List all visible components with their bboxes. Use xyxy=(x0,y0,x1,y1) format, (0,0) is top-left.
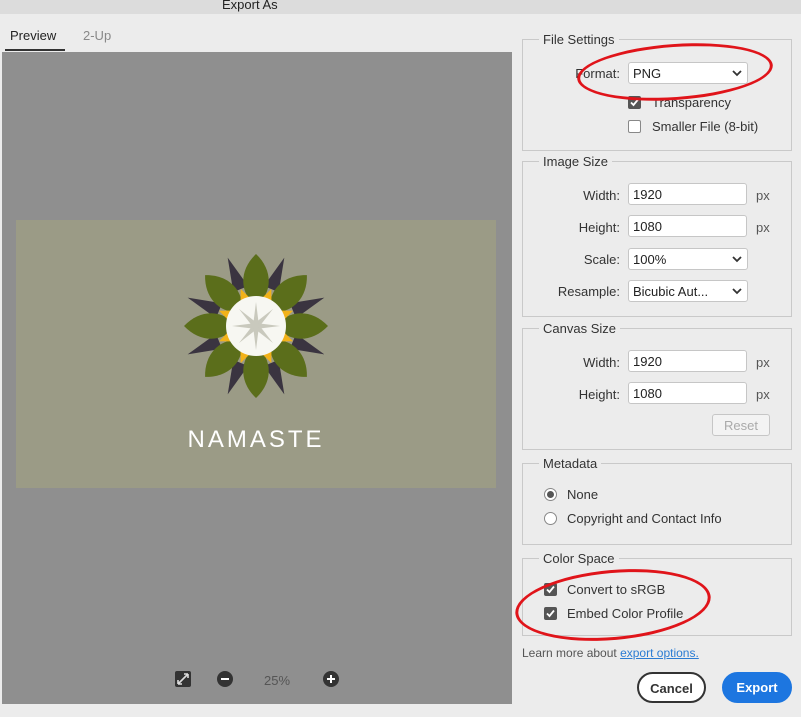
format-select[interactable]: PNG xyxy=(628,62,748,84)
chevron-down-icon xyxy=(732,70,742,77)
convert-srgb-label: Convert to sRGB xyxy=(567,582,666,597)
zoom-level: 25% xyxy=(264,673,291,688)
canvas-width-input[interactable]: 1920 xyxy=(628,350,747,372)
metadata-copyright-radio[interactable] xyxy=(544,512,557,525)
view-tabs: Preview 2-Up xyxy=(0,28,512,52)
convert-srgb-checkbox[interactable] xyxy=(544,583,557,596)
title-bar: Export As xyxy=(0,0,801,14)
metadata-legend: Metadata xyxy=(543,456,598,471)
tab-2-up[interactable]: 2-Up xyxy=(83,28,111,43)
zoom-out-icon[interactable] xyxy=(216,670,234,691)
image-width-unit: px xyxy=(756,188,770,203)
chevron-down-icon xyxy=(732,288,742,295)
metadata-group: Metadata xyxy=(522,456,792,545)
resample-label: Resample: xyxy=(557,284,620,299)
canvas-width-label: Width: xyxy=(583,355,620,370)
mandala-logo xyxy=(184,254,328,398)
canvas-size-legend: Canvas Size xyxy=(543,321,616,336)
fit-to-screen-icon[interactable] xyxy=(174,670,192,691)
scale-value: 100% xyxy=(633,252,667,267)
learn-more-text: Learn more about export options. xyxy=(522,646,699,660)
embed-profile-checkbox[interactable] xyxy=(544,607,557,620)
scale-label: Scale: xyxy=(583,252,620,267)
image-height-input[interactable]: 1080 xyxy=(628,215,747,237)
format-value: PNG xyxy=(633,66,662,81)
image-size-legend: Image Size xyxy=(543,154,609,169)
metadata-none-label: None xyxy=(567,487,599,502)
transparency-label: Transparency xyxy=(652,95,731,110)
smaller-file-checkbox[interactable] xyxy=(628,120,641,133)
resample-value: Bicubic Aut... xyxy=(633,284,709,299)
image-width-input[interactable]: 1920 xyxy=(628,183,747,205)
preview-toolbar: 25% xyxy=(2,670,512,694)
canvas-height-label: Height: xyxy=(578,387,620,402)
image-height-unit: px xyxy=(756,220,770,235)
preview-image: NAMASTE xyxy=(16,220,496,488)
file-settings-legend: File Settings xyxy=(543,32,615,47)
resample-select[interactable]: Bicubic Aut... xyxy=(628,280,748,302)
format-label: Format: xyxy=(575,66,620,81)
canvas-height-input[interactable]: 1080 xyxy=(628,382,747,404)
smaller-file-label: Smaller File (8-bit) xyxy=(652,119,759,134)
metadata-none-radio[interactable] xyxy=(544,488,557,501)
window-title: Export As xyxy=(222,0,278,12)
transparency-checkbox[interactable] xyxy=(628,96,641,109)
active-tab-indicator xyxy=(5,49,65,51)
chevron-down-icon xyxy=(732,256,742,263)
zoom-in-icon[interactable] xyxy=(322,670,340,691)
embed-profile-label: Embed Color Profile xyxy=(567,606,684,621)
cancel-button[interactable]: Cancel xyxy=(637,672,706,703)
canvas-width-unit: px xyxy=(756,355,770,370)
canvas-height-unit: px xyxy=(756,387,770,402)
learn-more-prefix: Learn more about xyxy=(522,646,617,660)
export-options-link[interactable]: export options. xyxy=(620,646,699,660)
image-width-label: Width: xyxy=(583,188,620,203)
image-height-label: Height: xyxy=(578,220,620,235)
image-brand-text: NAMASTE xyxy=(187,426,325,453)
tab-preview[interactable]: Preview xyxy=(10,28,56,43)
export-button[interactable]: Export xyxy=(722,672,792,703)
reset-button[interactable]: Reset xyxy=(712,414,770,436)
color-space-legend: Color Space xyxy=(543,551,615,566)
scale-select[interactable]: 100% xyxy=(628,248,748,270)
metadata-copyright-label: Copyright and Contact Info xyxy=(567,511,722,526)
preview-area[interactable]: NAMASTE 25% xyxy=(2,52,512,704)
